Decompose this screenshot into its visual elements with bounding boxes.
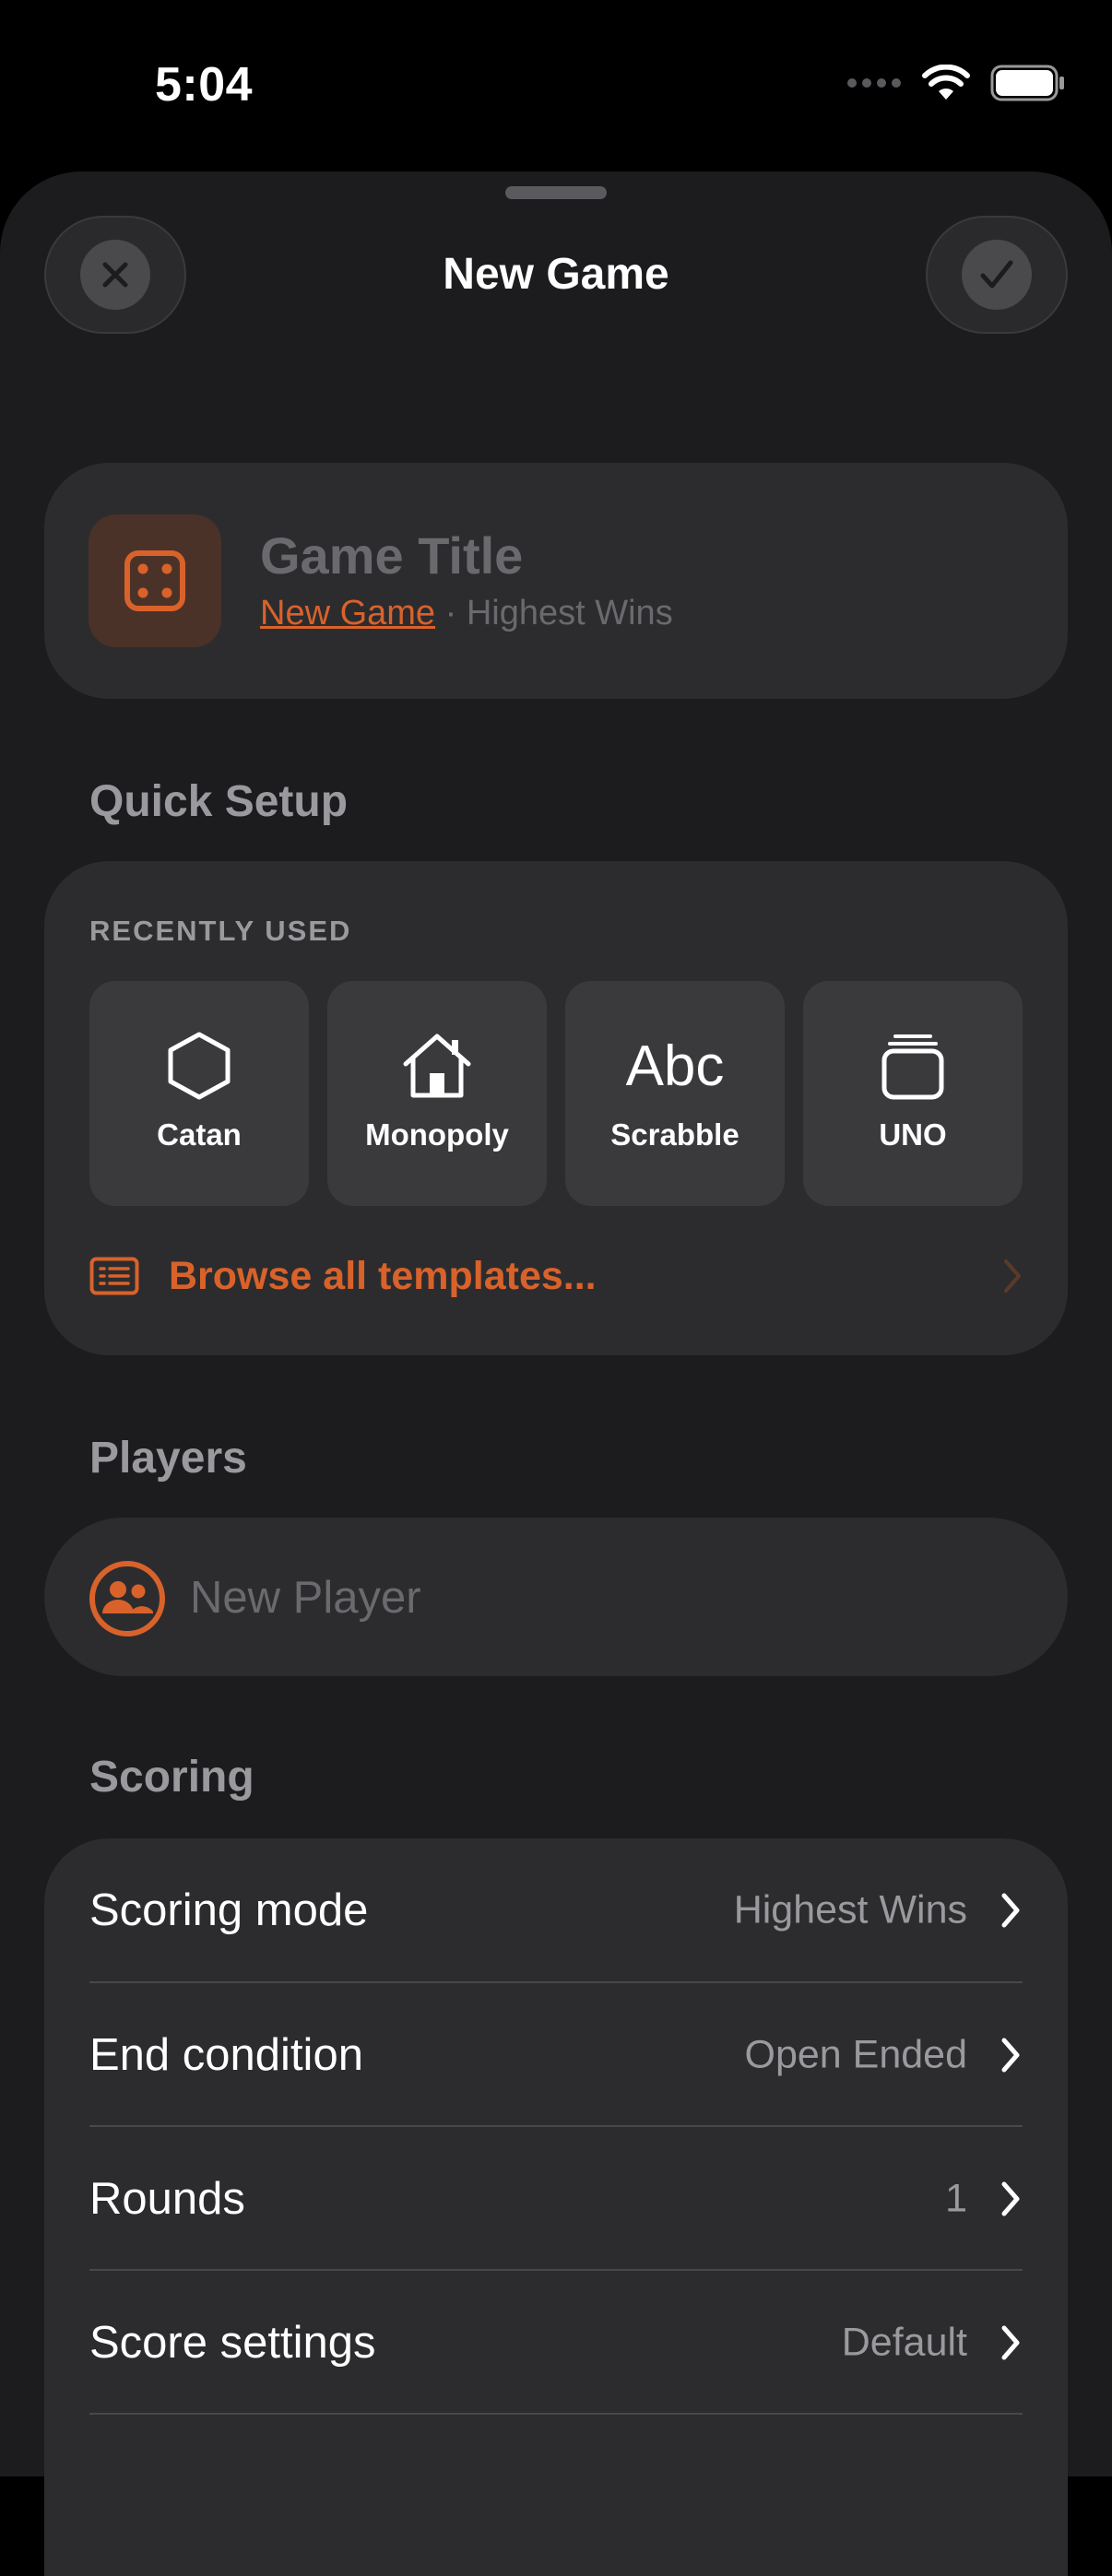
template-scrabble[interactable]: Abc Scrabble — [565, 981, 785, 1206]
template-catan[interactable]: Catan — [89, 981, 309, 1206]
list-icon — [89, 1257, 139, 1295]
game-title-field[interactable]: Game Title — [260, 526, 523, 585]
score-settings-row[interactable]: Score settings Default — [89, 2271, 1069, 2414]
divider — [89, 2413, 1023, 2415]
browse-templates-label: Browse all templates... — [169, 1253, 597, 1298]
template-uno[interactable]: UNO — [803, 981, 1023, 1206]
subtitle-separator: · — [444, 594, 457, 632]
scoring-heading: Scoring — [89, 1753, 254, 1802]
chevron-right-icon — [1001, 2181, 1020, 2216]
players-heading: Players — [89, 1434, 247, 1483]
cards-stack-icon — [881, 1034, 944, 1100]
new-game-sheet: New Game Game Title New Game · Highest W… — [0, 171, 1112, 2576]
template-tiles: Catan Monopoly Abc Scrabble UNO — [89, 981, 1023, 1206]
scoring-card: Scoring mode Highest Wins End condition … — [44, 1838, 1068, 2576]
game-icon-button[interactable] — [89, 514, 221, 647]
game-subtitle: New Game · Highest Wins — [260, 594, 673, 633]
row-value: Open Ended — [744, 2032, 967, 2076]
house-icon — [403, 1034, 471, 1098]
chevron-right-icon — [1001, 1893, 1020, 1927]
game-title-card[interactable]: Game Title New Game · Highest Wins — [44, 463, 1068, 699]
subtitle-mode: Highest Wins — [466, 594, 673, 632]
status-bar: 5:04 — [0, 0, 1112, 166]
template-monopoly[interactable]: Monopoly — [327, 981, 547, 1206]
status-icons — [846, 65, 1066, 101]
template-label: Monopoly — [365, 1117, 509, 1152]
dice-icon — [124, 550, 185, 611]
row-label: Scoring mode — [89, 1885, 369, 1935]
cellular-signal-icon — [847, 78, 901, 88]
browse-templates-button[interactable]: Browse all templates... — [89, 1239, 1023, 1313]
quick-setup-card: RECENTLY USED Catan Monopoly Abc Scrabbl… — [44, 861, 1068, 1355]
row-label: End condition — [89, 2029, 363, 2080]
confirm-button[interactable] — [926, 216, 1068, 334]
chevron-right-icon — [1001, 2038, 1020, 2072]
recently-used-label: RECENTLY USED — [89, 915, 352, 947]
quick-setup-heading: Quick Setup — [89, 777, 349, 826]
end-condition-row[interactable]: End condition Open Ended — [89, 1983, 1069, 2126]
template-label: Catan — [157, 1117, 242, 1152]
template-label: Scrabble — [610, 1117, 739, 1152]
row-value: Default — [841, 2320, 967, 2364]
row-label: Score settings — [89, 2317, 376, 2368]
chevron-right-icon — [1001, 2325, 1020, 2359]
checkmark-icon — [980, 260, 1013, 289]
wifi-icon — [922, 65, 970, 100]
game-name-link[interactable]: New Game — [260, 594, 435, 632]
row-value: Highest Wins — [733, 1887, 967, 1932]
row-label: Rounds — [89, 2173, 245, 2224]
row-value: 1 — [945, 2176, 967, 2220]
players-card — [44, 1518, 1068, 1676]
abc-icon: Abc — [625, 1034, 725, 1098]
hexagon-icon — [168, 1032, 231, 1100]
rounds-row[interactable]: Rounds 1 — [89, 2127, 1069, 2270]
chevron-right-icon — [1004, 1259, 1021, 1293]
sheet-grabber[interactable] — [505, 186, 607, 199]
scoring-mode-row[interactable]: Scoring mode Highest Wins — [89, 1838, 1069, 1981]
status-time: 5:04 — [155, 58, 254, 112]
new-player-input[interactable] — [188, 1551, 929, 1645]
battery-icon — [990, 65, 1064, 101]
template-label: UNO — [879, 1117, 947, 1152]
people-icon — [89, 1561, 165, 1637]
